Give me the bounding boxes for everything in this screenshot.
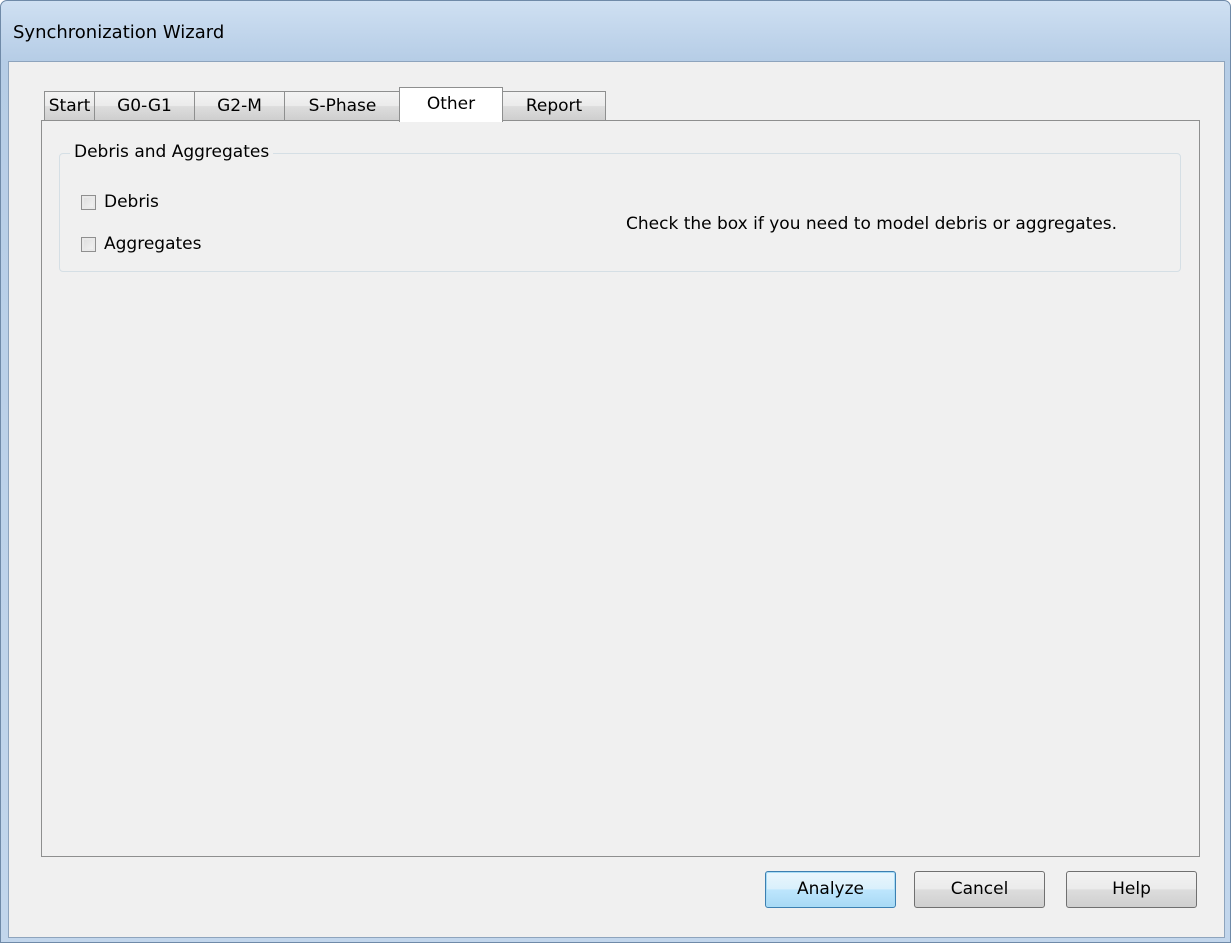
debris-checkbox-row[interactable]: Debris	[81, 192, 159, 212]
wizard-window: Synchronization Wizard Start G0-G1 G2-M …	[0, 0, 1231, 943]
aggregates-label[interactable]: Aggregates	[104, 234, 201, 254]
group-title: Debris and Aggregates	[70, 142, 274, 162]
aggregates-checkbox[interactable]	[81, 236, 96, 252]
aggregates-checkbox-row[interactable]: Aggregates	[81, 234, 201, 254]
tab-other[interactable]: Other	[399, 87, 503, 122]
tab-report[interactable]: Report	[502, 91, 606, 120]
tab-s-phase[interactable]: S-Phase	[284, 91, 401, 120]
title-bar[interactable]: Synchronization Wizard	[1, 1, 1230, 61]
help-button[interactable]: Help	[1066, 871, 1197, 908]
analyze-button[interactable]: Analyze	[765, 871, 896, 908]
tab-start[interactable]: Start	[44, 91, 95, 120]
debris-label[interactable]: Debris	[104, 192, 159, 212]
tab-g0-g1[interactable]: G0-G1	[94, 91, 195, 120]
tab-g2-m[interactable]: G2-M	[194, 91, 285, 120]
cancel-button[interactable]: Cancel	[914, 871, 1045, 908]
debris-checkbox[interactable]	[81, 194, 96, 210]
dialog-body: Start G0-G1 G2-M S-Phase Other Report De…	[8, 61, 1225, 938]
debris-aggregates-group: Debris and Aggregates Debris Aggregates …	[59, 142, 1181, 272]
tab-panel-other: Debris and Aggregates Debris Aggregates …	[41, 120, 1200, 857]
hint-text: Check the box if you need to model debri…	[626, 214, 1118, 234]
window-title: Synchronization Wizard	[13, 22, 225, 43]
